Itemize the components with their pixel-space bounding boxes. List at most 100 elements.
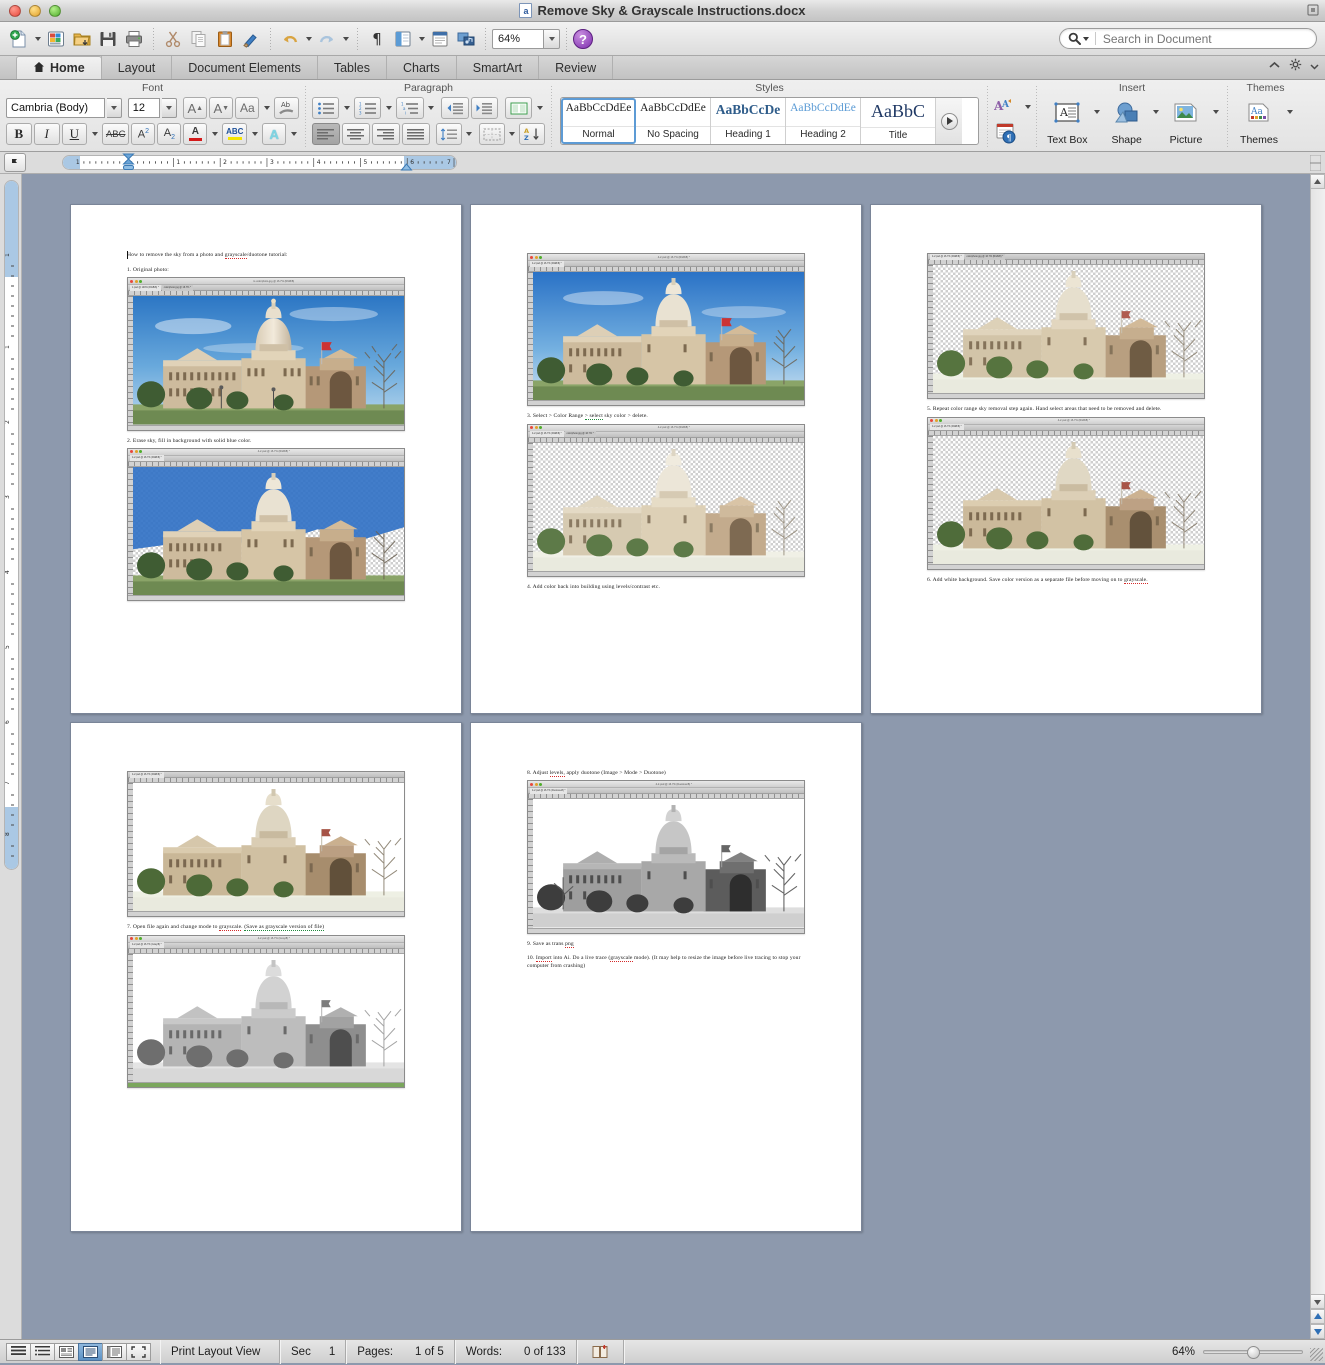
- text-box-caret-icon[interactable]: [1092, 97, 1103, 127]
- draft-view-button[interactable]: [6, 1342, 31, 1361]
- font-color-button[interactable]: A: [183, 123, 208, 145]
- shape-caret-icon[interactable]: [1151, 97, 1162, 127]
- themes-button[interactable]: Aa Themes: [1234, 97, 1284, 146]
- tab-home[interactable]: Home: [16, 56, 102, 79]
- style-heading-1[interactable]: AaBbCcDе Heading 1: [711, 98, 786, 144]
- ribbon-settings-gear-icon[interactable]: [1289, 58, 1302, 76]
- highlight-button[interactable]: ABC: [222, 123, 248, 145]
- zoom-dropdown-icon[interactable]: [544, 28, 560, 49]
- undo-icon[interactable]: [277, 26, 303, 52]
- vertical-ruler[interactable]: 1 1 2 3 4 5 6 7 8: [0, 174, 22, 1339]
- tab-smartart[interactable]: SmartArt: [455, 56, 540, 79]
- print-icon[interactable]: [121, 26, 147, 52]
- align-right-button[interactable]: [371, 123, 400, 145]
- font-name-input[interactable]: Cambria (Body): [6, 98, 105, 118]
- copy-icon[interactable]: [186, 26, 212, 52]
- search-box[interactable]: [1059, 28, 1317, 49]
- themes-caret-icon[interactable]: [1284, 97, 1295, 127]
- tab-review[interactable]: Review: [538, 56, 614, 79]
- new-document-icon[interactable]: [6, 26, 32, 52]
- italic-button[interactable]: I: [33, 123, 60, 145]
- insert-shape-button[interactable]: Shape: [1102, 97, 1151, 146]
- style-normal[interactable]: AaBbCcDdEе Normal: [561, 98, 636, 144]
- bulleted-list-caret-icon[interactable]: [341, 97, 352, 119]
- ruler-right-controls[interactable]: [1309, 154, 1322, 176]
- open-gallery-icon[interactable]: [43, 26, 69, 52]
- tab-tables[interactable]: Tables: [316, 56, 387, 79]
- styles-pane-caret-icon[interactable]: [1022, 96, 1033, 118]
- redo-caret-icon[interactable]: [340, 26, 351, 52]
- undo-caret-icon[interactable]: [303, 26, 314, 52]
- borders-button[interactable]: [478, 123, 505, 145]
- toolbar-toggle-icon[interactable]: [1307, 4, 1319, 19]
- insert-text-box-button[interactable]: A Text Box: [1043, 97, 1092, 146]
- notebook-layout-view-button[interactable]: [102, 1342, 127, 1361]
- text-effects-caret-icon[interactable]: [288, 123, 299, 145]
- document-canvas[interactable]: How to remove the sky from a photo and g…: [22, 174, 1325, 1339]
- line-spacing-button[interactable]: [435, 123, 462, 145]
- scroll-up-button[interactable]: [1310, 174, 1325, 189]
- font-name-dropdown-icon[interactable]: [106, 98, 122, 118]
- font-color-caret-icon[interactable]: [209, 123, 220, 145]
- document-page-4[interactable]: 4-2.psd @ 16.7% (RGB/8) * 7. Open file a…: [70, 722, 462, 1232]
- split-pane-icon[interactable]: [1309, 154, 1322, 176]
- borders-caret-icon[interactable]: [507, 123, 517, 145]
- sort-button[interactable]: A Z: [518, 123, 545, 145]
- document-page-1[interactable]: How to remove the sky from a photo and g…: [70, 204, 462, 714]
- styles-gallery-more-button[interactable]: [936, 98, 962, 144]
- tab-charts[interactable]: Charts: [385, 56, 457, 79]
- style-title[interactable]: AaBbC Title: [861, 98, 936, 144]
- align-center-button[interactable]: [341, 123, 370, 145]
- format-painter-icon[interactable]: [238, 26, 264, 52]
- open-file-icon[interactable]: [69, 26, 95, 52]
- line-spacing-caret-icon[interactable]: [464, 123, 474, 145]
- align-left-button[interactable]: [312, 123, 340, 145]
- multilevel-list-caret-icon[interactable]: [426, 97, 437, 119]
- grow-font-button[interactable]: A ▲: [183, 97, 208, 119]
- show-formatting-icon[interactable]: ¶: [364, 26, 390, 52]
- tab-layout[interactable]: Layout: [100, 56, 173, 79]
- numbered-list-button[interactable]: 1 2 3: [354, 97, 382, 119]
- style-heading-2[interactable]: AaBbCcDdEе Heading 2: [786, 98, 861, 144]
- numbered-list-caret-icon[interactable]: [383, 97, 394, 119]
- picture-caret-icon[interactable]: [1210, 97, 1221, 127]
- collapse-ribbon-icon[interactable]: [1268, 58, 1281, 76]
- underline-button[interactable]: U: [61, 123, 88, 145]
- sidebar-caret-icon[interactable]: [416, 26, 427, 52]
- zoom-slider-group[interactable]: 64%: [1172, 1345, 1303, 1359]
- strikethrough-button[interactable]: ABC: [102, 123, 130, 145]
- zoom-slider[interactable]: [1203, 1345, 1303, 1359]
- manage-styles-button[interactable]: ¶: [990, 122, 1022, 144]
- sidebar-icon[interactable]: [390, 26, 416, 52]
- change-case-caret-icon[interactable]: [261, 97, 272, 119]
- scroll-down-button[interactable]: [1310, 1294, 1325, 1309]
- resize-grip[interactable]: [1310, 1348, 1323, 1361]
- bulleted-list-button[interactable]: [312, 97, 340, 119]
- cut-icon[interactable]: [160, 26, 186, 52]
- zoom-level-input[interactable]: 64%: [492, 28, 544, 49]
- outline-view-button[interactable]: [30, 1342, 55, 1361]
- save-icon[interactable]: [95, 26, 121, 52]
- document-page-3[interactable]: 4-2.psd @ 16.7% (RGB/8) * colorphoto.jpg …: [870, 204, 1262, 714]
- text-effects-button[interactable]: A: [262, 123, 287, 145]
- decrease-indent-button[interactable]: [441, 97, 469, 119]
- font-size-dropdown-icon[interactable]: [162, 98, 178, 118]
- document-page-2[interactable]: 4-2.psd @ 16.7% (RGB/8) * 4-2.psd @ 16.7…: [470, 204, 862, 714]
- tab-stop-selector[interactable]: [4, 153, 26, 172]
- search-input[interactable]: [1102, 31, 1308, 46]
- zoom-slider-knob[interactable]: [1247, 1345, 1260, 1359]
- media-browser-icon[interactable]: [453, 26, 479, 52]
- spelling-grammar-status-icon[interactable]: [576, 1339, 624, 1364]
- document-page-5[interactable]: 8. Adjust levels, apply duotone (Image >…: [470, 722, 862, 1232]
- subscript-button[interactable]: A2: [157, 123, 182, 145]
- previous-page-button[interactable]: [1310, 1309, 1325, 1324]
- clear-formatting-button[interactable]: Ab: [274, 97, 299, 119]
- redo-icon[interactable]: [314, 26, 340, 52]
- ribbon-caret-icon[interactable]: [1310, 58, 1319, 76]
- insert-picture-button[interactable]: Picture: [1162, 97, 1211, 146]
- shrink-font-button[interactable]: A ▼: [209, 97, 234, 119]
- style-no-spacing[interactable]: AaBbCcDdEе No Spacing: [636, 98, 711, 144]
- publishing-layout-view-button[interactable]: [54, 1342, 79, 1361]
- underline-caret-icon[interactable]: [89, 123, 100, 145]
- font-size-input[interactable]: 12: [127, 98, 161, 118]
